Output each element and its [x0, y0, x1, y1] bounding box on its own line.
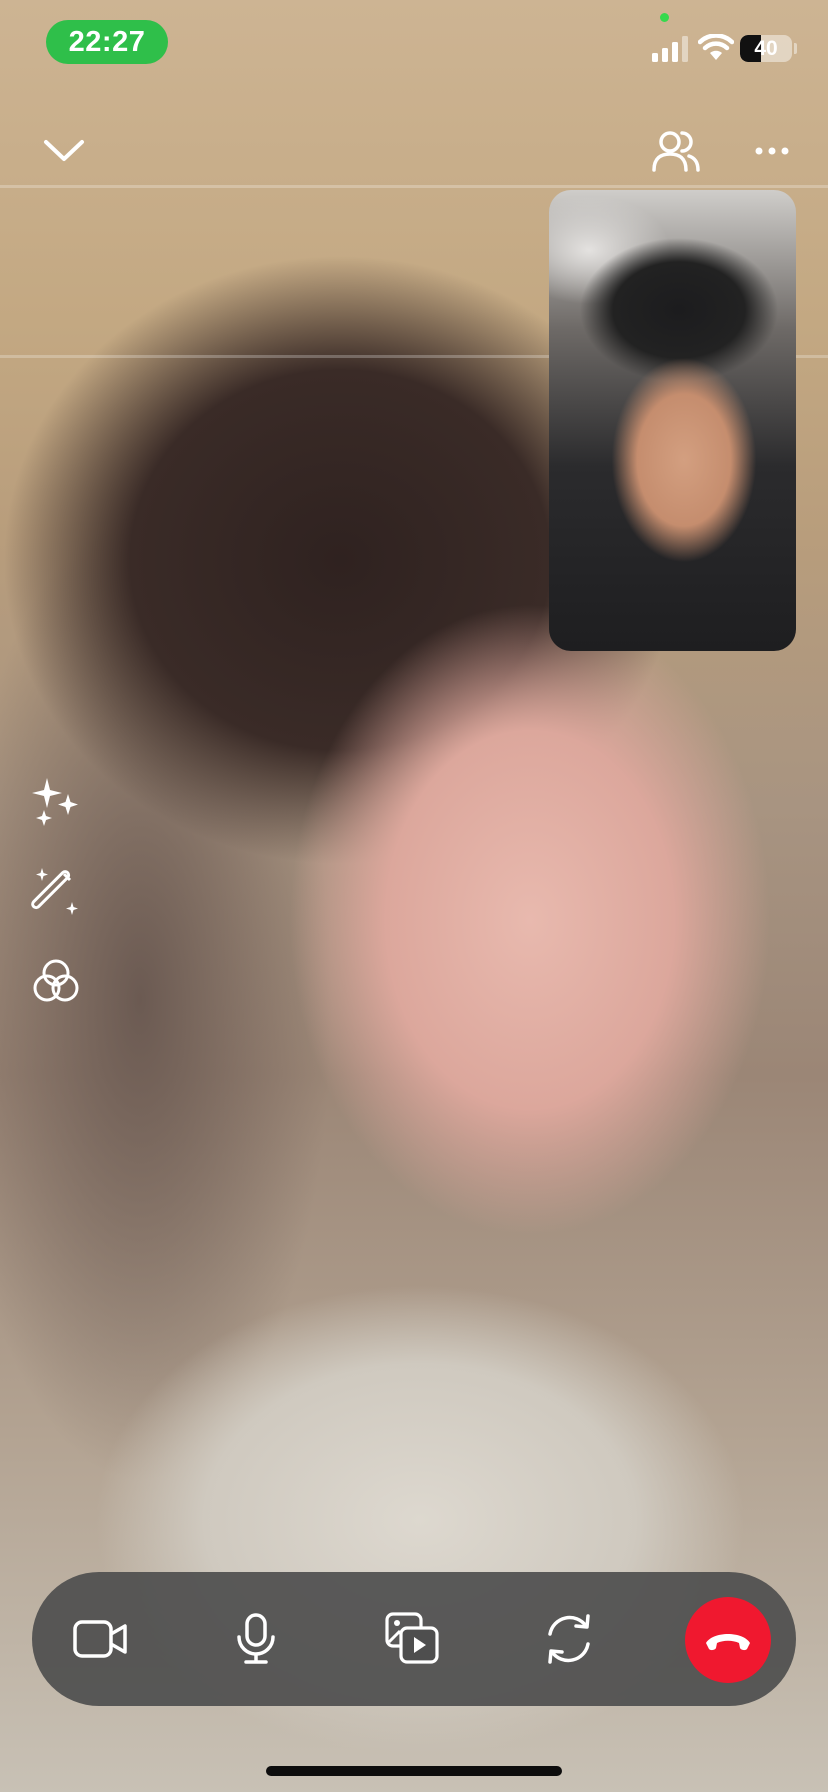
- share-media-icon: [385, 1612, 439, 1664]
- beauty-effects-button[interactable]: [30, 776, 82, 828]
- more-horizontal-icon: [755, 147, 789, 155]
- microphone-icon: [237, 1613, 275, 1664]
- color-filter-icon: [33, 959, 79, 1002]
- status-bar: 22:27 40: [0, 0, 828, 88]
- toggle-camera-button[interactable]: [56, 1572, 146, 1706]
- video-camera-icon: [73, 1620, 127, 1658]
- participants-button[interactable]: [648, 124, 704, 178]
- battery-indicator: 40: [740, 35, 792, 62]
- home-indicator[interactable]: [266, 1766, 562, 1776]
- filters-button[interactable]: [30, 866, 82, 918]
- effects-toolbar: [30, 776, 82, 1046]
- sparkles-icon: [32, 778, 78, 826]
- video-call-screen: 22:27 40: [0, 0, 828, 1792]
- self-view-video[interactable]: [549, 190, 796, 651]
- flip-camera-button[interactable]: [524, 1572, 614, 1706]
- minimize-call-button[interactable]: [36, 126, 92, 176]
- share-media-button[interactable]: [368, 1572, 458, 1706]
- color-effects-button[interactable]: [30, 956, 82, 1008]
- magic-wand-icon: [31, 868, 78, 915]
- battery-percent: 40: [754, 36, 778, 60]
- flip-camera-icon: [548, 1614, 590, 1664]
- toggle-microphone-button[interactable]: [211, 1572, 301, 1706]
- status-time: 22:27: [46, 20, 168, 64]
- battery-nub: [794, 43, 797, 54]
- end-call-button[interactable]: [685, 1597, 771, 1683]
- participants-icon: [652, 131, 700, 172]
- call-controls-bar: [32, 1572, 796, 1706]
- background-line: [0, 185, 828, 188]
- chevron-down-icon: [44, 140, 84, 161]
- cellular-signal-icon: [652, 36, 688, 62]
- more-options-button[interactable]: [748, 134, 796, 168]
- camera-in-use-indicator: [660, 13, 669, 22]
- hang-up-icon: [706, 1634, 750, 1651]
- wifi-icon: [698, 34, 734, 60]
